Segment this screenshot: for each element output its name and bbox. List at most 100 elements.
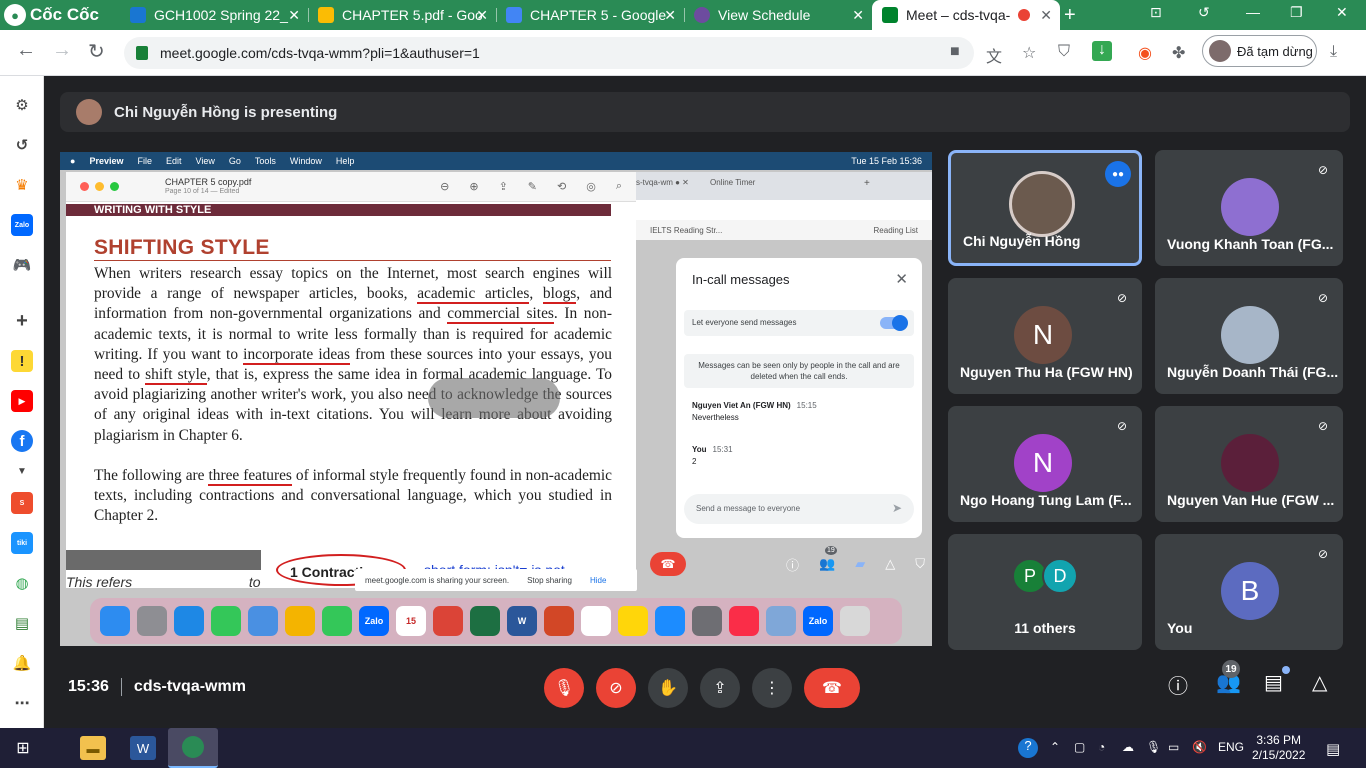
add-icon[interactable]: +: [11, 310, 33, 332]
maximize-icon[interactable]: ❐: [1290, 4, 1303, 21]
msg-text: Nevertheless: [692, 413, 739, 422]
minimize-icon[interactable]: —: [1246, 4, 1260, 20]
participant-name: Chi Nguyễn Hồng: [963, 233, 1081, 249]
coccoc-taskbar-icon[interactable]: [168, 728, 218, 768]
underlined-phrase: incorporate ideas: [243, 345, 350, 365]
msg-text: 2: [692, 457, 697, 466]
map-icon[interactable]: ◍: [11, 572, 33, 594]
participant-tile-others[interactable]: P D 11 others: [948, 534, 1142, 650]
dock-reminders-icon: [581, 606, 611, 636]
bookmark-star-icon[interactable]: ☆: [1022, 43, 1036, 63]
downloads-icon[interactable]: ⤓: [1330, 43, 1337, 61]
word-icon[interactable]: W: [130, 736, 156, 760]
browser-brand[interactable]: ● Cốc Cốc: [4, 3, 108, 27]
forward-icon[interactable]: →: [52, 39, 72, 62]
sheet-icon[interactable]: ▤: [11, 612, 33, 634]
close-tab-icon[interactable]: ✕: [288, 7, 300, 24]
participant-tile-hue[interactable]: ⊘ Nguyen Van Hue (FGW ...: [1155, 406, 1343, 522]
network-icon[interactable]: ☁: [1122, 740, 1134, 754]
activities-icon[interactable]: △: [1312, 670, 1327, 695]
camera-toggle-button[interactable]: ⊘: [596, 668, 636, 708]
more-options-button[interactable]: ⋮: [752, 668, 792, 708]
reload-icon[interactable]: ↻: [88, 39, 105, 64]
microphone-icon[interactable]: 🎙: [1146, 740, 1161, 754]
shopee-icon[interactable]: S: [11, 492, 33, 514]
chat-unread-dot: [1282, 666, 1290, 674]
help-icon[interactable]: ?: [1018, 738, 1038, 758]
participant-tile-thai[interactable]: ⊘ Nguyễn Doanh Thái (FG...: [1155, 278, 1343, 394]
close-tab-icon[interactable]: ✕: [664, 7, 676, 24]
back-history-icon[interactable]: ↺: [1198, 4, 1210, 21]
tab-gch1002[interactable]: GCH1002 Spring 22_ ✕: [120, 0, 308, 30]
menu-item: Help: [335, 156, 355, 166]
back-icon[interactable]: ←: [16, 39, 36, 62]
screen-overlay-controls: [428, 378, 560, 418]
expand-icon[interactable]: ▼: [11, 460, 33, 482]
chat-icon[interactable]: ▤: [1264, 670, 1283, 695]
tab-favicon-icon: [130, 7, 146, 23]
inner-activities-icon: △: [885, 556, 896, 571]
meeting-info-icon[interactable]: ⓘ: [1168, 670, 1188, 699]
tiki-icon[interactable]: tiki: [11, 532, 33, 554]
language-indicator[interactable]: ENG: [1218, 740, 1244, 754]
mic-toggle-button[interactable]: 🎙: [544, 668, 584, 708]
translate-icon[interactable]: 文: [986, 43, 1002, 67]
shield-icon[interactable]: ⛉: [1058, 43, 1070, 61]
history-icon[interactable]: ↺: [11, 134, 33, 156]
tab-view-schedule[interactable]: View Schedule ✕: [684, 0, 872, 30]
participant-tile-thuha[interactable]: N ⊘ Nguyen Thu Ha (FGW HN): [948, 278, 1142, 394]
doc-heading: SHIFTING STYLE: [94, 236, 270, 259]
windows-start-icon[interactable]: ⊞: [10, 736, 36, 760]
download-ext-icon[interactable]: ↓: [1092, 41, 1112, 61]
participant-tile-you[interactable]: B ⊘ You: [1155, 534, 1343, 650]
tray-expand-icon[interactable]: ⌃: [1050, 740, 1060, 754]
close-tab-icon[interactable]: ✕: [476, 7, 488, 24]
crown-icon[interactable]: ♛: [11, 174, 33, 196]
participant-tile-toan[interactable]: ⊘ Vuong Khanh Toan (FG...: [1155, 150, 1343, 266]
battery-icon[interactable]: ▭: [1168, 740, 1179, 754]
tab-chapter5-pdf[interactable]: CHAPTER 5.pdf - Goo ✕: [308, 0, 496, 30]
camera-icon[interactable]: ■: [950, 43, 960, 61]
close-tab-icon[interactable]: ✕: [1040, 7, 1052, 24]
settings-gear-icon[interactable]: ⚙: [11, 94, 33, 116]
volume-icon[interactable]: 🔇: [1192, 740, 1207, 754]
extension-icon[interactable]: ◉: [1138, 43, 1152, 63]
inner-meet-controls: ☎ ⓘ 👥 19 ▰ △ ⛉: [650, 546, 925, 576]
profile-button[interactable]: Đã tạm dừng: [1202, 35, 1317, 67]
close-tab-icon[interactable]: ✕: [852, 7, 864, 24]
dock-trash-icon: [840, 606, 870, 636]
more-icon[interactable]: ⋯: [11, 692, 33, 714]
participant-tile-chi[interactable]: ●● Chi Nguyễn Hồng: [948, 150, 1142, 266]
zoom-dot-icon: [110, 182, 119, 191]
tab-meet[interactable]: Meet – cds-tvqa- ✕: [872, 0, 1060, 30]
dock-messages-icon: [211, 606, 241, 636]
end-call-button[interactable]: ☎: [804, 668, 860, 708]
present-button[interactable]: ⇪: [700, 668, 740, 708]
system-clock[interactable]: 3:36 PM 2/15/2022: [1252, 733, 1305, 763]
wifi-icon[interactable]: ◔: [1098, 740, 1105, 754]
dock-preview-icon: [766, 606, 796, 636]
menu-item: Tools: [254, 156, 276, 166]
game-icon[interactable]: 🎮: [11, 254, 33, 276]
new-tab-icon[interactable]: +: [1064, 4, 1076, 27]
note-icon[interactable]: !: [11, 350, 33, 372]
heading-rule: [94, 260, 611, 261]
presenter-banner: Chi Nguyễn Hồng is presenting: [60, 92, 1350, 132]
raise-hand-button[interactable]: ✋: [648, 668, 688, 708]
close-window-icon[interactable]: ✕: [1336, 4, 1348, 21]
url-bar[interactable]: meet.google.com/cds-tvqa-wmm?pli=1&authu…: [124, 37, 974, 69]
participant-tile-tunglam[interactable]: N ⊘ Ngo Hoang Tung Lam (F...: [948, 406, 1142, 522]
youtube-icon[interactable]: ▶: [11, 390, 33, 412]
file-explorer-icon[interactable]: ▬: [80, 736, 106, 760]
tray-device-icon[interactable]: ▢: [1074, 740, 1085, 754]
zalo-icon[interactable]: Zalo: [11, 214, 33, 236]
facebook-icon[interactable]: f: [11, 430, 33, 452]
tab-search-icon[interactable]: ⊡: [1150, 4, 1162, 21]
notification-bell-icon[interactable]: 🔔: [11, 652, 33, 674]
chat-message: You 15:31 2: [692, 444, 733, 468]
notification-center-icon[interactable]: ▤: [1326, 740, 1340, 758]
tab-chapter5-docs[interactable]: CHAPTER 5 - Google ✕: [496, 0, 684, 30]
puzzle-icon[interactable]: ✤: [1172, 43, 1185, 63]
hide-label: Hide: [590, 575, 607, 585]
underlined-phrase: commercial sites: [447, 305, 554, 325]
